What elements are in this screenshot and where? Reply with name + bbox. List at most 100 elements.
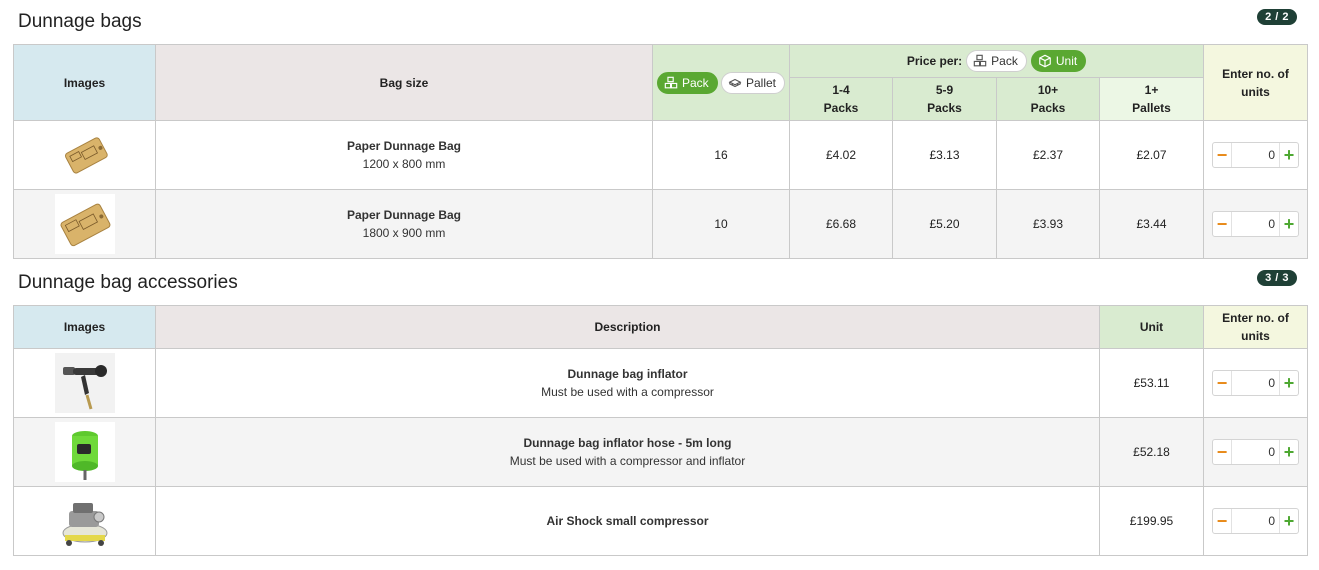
product-name: Paper Dunnage Bag — [346, 139, 462, 153]
table-row: Paper Dunnage Bag 1800 x 900 mm 10 £6.68… — [13, 189, 1309, 259]
price-tier-2: £5.20 — [892, 189, 997, 259]
product-description-cell: Dunnage bag inflator Must be used with a… — [155, 348, 1100, 418]
price-per-pack-label: Pack — [991, 54, 1018, 68]
product-size: 1200 x 800 mm — [362, 157, 446, 171]
section-title-dunnage-bag-accessories: Dunnage bag accessories — [18, 272, 238, 293]
price-tier-4: £3.44 — [1098, 189, 1205, 259]
paper-dunnage-bag-image[interactable] — [54, 194, 115, 254]
product-image-cell — [13, 417, 156, 487]
decrement-button[interactable]: − — [1213, 213, 1231, 235]
dunnage-bags-table: Images Bag size Pack Pallet Price per: P — [13, 44, 1309, 259]
dunnage-accessories-table: Images Description Unit Enter no. of uni… — [13, 305, 1308, 556]
price-tier-1: £6.68 — [789, 189, 893, 259]
dunnage-bag-inflator-image[interactable] — [54, 353, 115, 413]
header-tier-5-9-packs: 5-9 Packs — [892, 77, 997, 121]
unit-price: £52.18 — [1099, 417, 1204, 487]
paper-dunnage-bag-image[interactable] — [54, 125, 115, 185]
header-images: Images — [13, 305, 156, 349]
tier-line2: Packs — [927, 101, 962, 115]
product-description-cell: Air Shock small compressor — [155, 486, 1100, 556]
units-cell: − + — [1203, 417, 1308, 487]
units-input[interactable] — [1231, 212, 1281, 236]
product-image-cell — [13, 348, 156, 418]
product-name: Air Shock small compressor — [546, 514, 709, 528]
price-tier-1: £4.02 — [789, 120, 893, 190]
price-tier-3: £2.37 — [996, 120, 1100, 190]
air-compressor-image[interactable] — [54, 491, 115, 551]
units-cell: − + — [1203, 120, 1309, 190]
increment-button[interactable]: + — [1280, 144, 1298, 166]
product-description-cell: Dunnage bag inflator hose - 5m long Must… — [155, 417, 1100, 487]
price-tier-4: £2.07 — [1098, 120, 1205, 190]
product-name: Paper Dunnage Bag — [346, 208, 462, 222]
decrement-button[interactable]: − — [1213, 372, 1231, 394]
header-tier-1-4-packs: 1-4 Packs — [789, 77, 893, 121]
price-per-unit-label: Unit — [1055, 54, 1078, 68]
product-size: 1800 x 900 mm — [362, 226, 446, 240]
units-cell: − + — [1203, 486, 1308, 556]
table-row: Paper Dunnage Bag 1200 x 800 mm 16 £4.02… — [13, 120, 1309, 190]
quantity-stepper: − + — [1212, 439, 1299, 465]
price-tier-2: £3.13 — [892, 120, 997, 190]
header-description: Description — [155, 305, 1100, 349]
price-per-pack-button[interactable]: Pack — [966, 50, 1027, 72]
pack-quantity: 16 — [652, 120, 790, 190]
decrement-button[interactable]: − — [1213, 510, 1231, 532]
tier-line2: Pallets — [1132, 101, 1171, 115]
tier-line1: 1-4 — [832, 83, 850, 97]
item-counter-badge: 2 / 2 — [1257, 9, 1297, 25]
tier-line1: 1+ — [1144, 83, 1159, 97]
product-name: Dunnage bag inflator hose - 5m long — [523, 436, 732, 450]
price-per-unit-button[interactable]: Unit — [1030, 50, 1087, 72]
units-cell: − + — [1203, 189, 1309, 259]
product-name: Dunnage bag inflator — [567, 367, 688, 381]
table-row: Air Shock small compressor £199.95 − + — [13, 486, 1308, 556]
toggle-pallet-label: Pallet — [746, 75, 777, 90]
price-tier-3: £3.93 — [996, 189, 1100, 259]
units-input[interactable] — [1231, 371, 1280, 395]
toggle-pallet-button[interactable]: Pallet — [721, 71, 786, 94]
decrement-button[interactable]: − — [1213, 441, 1231, 463]
increment-button[interactable]: + — [1280, 441, 1298, 463]
item-counter-badge: 3 / 3 — [1257, 270, 1297, 286]
header-tier-1-plus-pallets: 1+ Pallets — [1098, 77, 1205, 121]
quantity-stepper: − + — [1212, 370, 1299, 396]
product-subtitle: Must be used with a compressor and infla… — [509, 454, 746, 468]
product-subtitle: Must be used with a compressor — [541, 385, 714, 399]
tier-line1: 5-9 — [935, 83, 954, 97]
header-unit-price: Unit — [1099, 305, 1204, 349]
units-input[interactable] — [1231, 440, 1280, 464]
box-icon — [1039, 54, 1051, 68]
pallet-icon — [728, 78, 742, 87]
section-title-dunnage-bags: Dunnage bags — [18, 11, 142, 32]
header-pack-pallet-toggle: Pack Pallet — [652, 44, 790, 121]
boxes-icon — [973, 54, 987, 67]
units-cell: − + — [1203, 348, 1308, 418]
tier-line2: Packs — [823, 101, 859, 115]
increment-button[interactable]: + — [1280, 213, 1298, 235]
table-row: Dunnage bag inflator hose - 5m long Must… — [13, 417, 1308, 487]
tier-line1: 10+ — [1037, 83, 1059, 97]
product-description-cell: Paper Dunnage Bag 1800 x 900 mm — [155, 189, 653, 259]
header-images: Images — [13, 44, 156, 121]
header-tier-10-plus-packs: 10+ Packs — [996, 77, 1100, 121]
increment-button[interactable]: + — [1280, 510, 1298, 532]
units-input[interactable] — [1231, 143, 1281, 167]
product-image-cell — [13, 120, 156, 190]
quantity-stepper: − + — [1212, 142, 1300, 168]
price-per-label: Price per: — [906, 54, 963, 68]
tier-line2: Packs — [1030, 101, 1066, 115]
boxes-icon — [664, 76, 678, 88]
header-price-per: Price per: Pack Unit — [788, 44, 1205, 78]
increment-button[interactable]: + — [1280, 372, 1298, 394]
unit-price: £199.95 — [1099, 486, 1204, 556]
quantity-stepper: − + — [1212, 211, 1300, 237]
toggle-pack-button[interactable]: Pack — [656, 71, 718, 94]
decrement-button[interactable]: − — [1213, 144, 1231, 166]
header-enter-units: Enter no. of units — [1203, 44, 1309, 121]
product-description-cell: Paper Dunnage Bag 1200 x 800 mm — [155, 120, 653, 190]
unit-price: £53.11 — [1099, 348, 1204, 418]
units-input[interactable] — [1231, 509, 1280, 533]
header-enter-units: Enter no. of units — [1203, 305, 1308, 349]
inflator-hose-image[interactable] — [54, 422, 115, 482]
